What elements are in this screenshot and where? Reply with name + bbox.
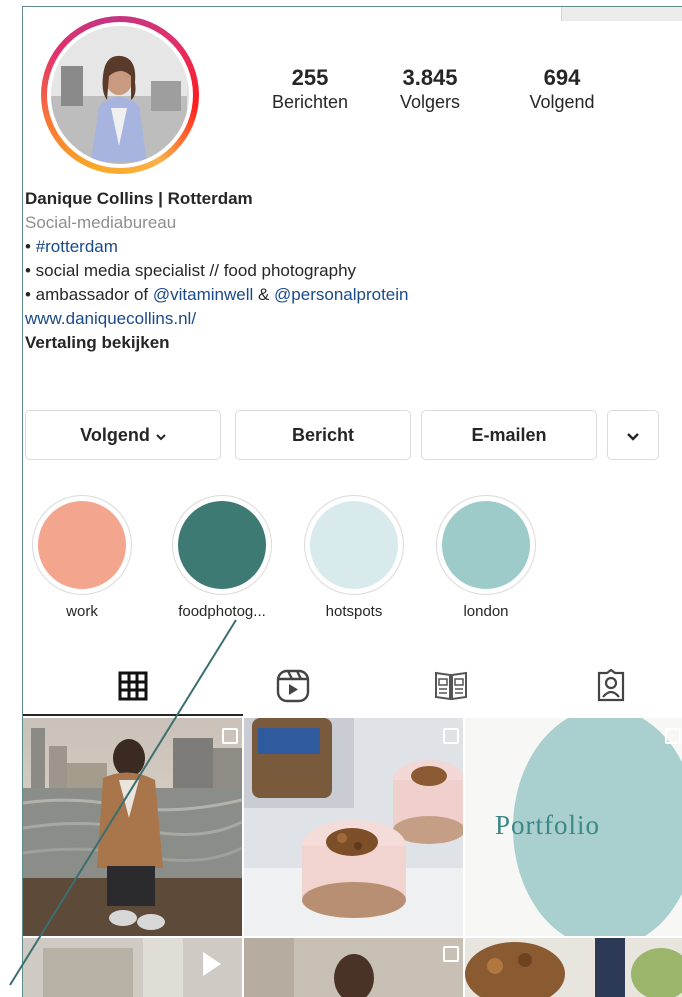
following-button-label: Volgend xyxy=(80,424,150,445)
translate-link[interactable]: Vertaling bekijken xyxy=(25,331,675,355)
mention-link-personalprotein[interactable]: @personalprotein xyxy=(274,285,408,304)
bio-line-2: • social media specialist // food photog… xyxy=(25,261,357,280)
chevron-down-icon xyxy=(627,425,639,446)
more-suggestions-button[interactable] xyxy=(607,410,659,460)
hashtag-link[interactable]: #rotterdam xyxy=(36,237,118,256)
post-image-cheesecake xyxy=(244,718,463,936)
multiple-photos-icon xyxy=(439,728,459,744)
tab-reels[interactable] xyxy=(243,662,343,714)
bio-bullet: • xyxy=(25,237,36,256)
grid-icon xyxy=(118,671,148,706)
profile-stats: 255 Berichten 3.845 Volgers 694 Volgend xyxy=(255,65,635,125)
post-thumbnail[interactable] xyxy=(23,718,242,936)
highlight-london[interactable]: london xyxy=(431,495,541,620)
highlight-cover xyxy=(178,501,266,589)
highlight-foodphotography[interactable]: foodphotog... xyxy=(167,495,277,620)
followers-count: 3.845 xyxy=(402,65,458,90)
posts-label: Berichten xyxy=(271,92,349,112)
stat-following[interactable]: 694 Volgend xyxy=(507,65,617,113)
avatar-illustration xyxy=(51,26,187,162)
reels-icon xyxy=(276,669,310,708)
bio-line-3: • ambassador of @vitaminwell & @personal… xyxy=(25,283,675,307)
post-thumbnail-portfolio[interactable]: Portfolio xyxy=(465,718,682,936)
following-count: 694 xyxy=(543,65,581,90)
posts-count: 255 xyxy=(291,65,329,90)
stat-followers[interactable]: 3.845 Volgers xyxy=(375,65,485,113)
mention-link-vitaminwell[interactable]: @vitaminwell xyxy=(153,285,253,304)
guides-icon xyxy=(434,670,468,707)
portfolio-title: Portfolio xyxy=(495,810,601,840)
following-label: Volgend xyxy=(529,92,595,112)
followers-label: Volgers xyxy=(399,92,461,112)
highlight-cover xyxy=(310,501,398,589)
post-thumbnail[interactable] xyxy=(244,938,463,997)
tab-tagged[interactable] xyxy=(561,662,661,714)
instagram-profile-screen: 255 Berichten 3.845 Volgers 694 Volgend … xyxy=(22,6,682,997)
bio-line-3-mid: & xyxy=(253,285,275,304)
post-image-waterfront xyxy=(23,718,242,936)
following-button[interactable]: Volgend xyxy=(25,410,221,460)
message-button-label: Bericht xyxy=(291,424,354,445)
highlight-label: foodphotog... xyxy=(178,603,266,620)
profile-avatar[interactable] xyxy=(41,16,199,174)
profile-category: Social-mediabureau xyxy=(25,213,177,232)
tagged-icon xyxy=(595,668,627,708)
stat-posts[interactable]: 255 Berichten xyxy=(255,65,365,113)
multiple-photos-icon xyxy=(439,946,459,962)
post-thumbnail[interactable] xyxy=(244,718,463,936)
highlight-hotspots[interactable]: hotspots xyxy=(299,495,409,620)
post-image-interior xyxy=(23,938,242,997)
post-thumbnail[interactable] xyxy=(23,938,242,997)
website-link[interactable]: www.daniquecollins.nl/ xyxy=(25,307,675,331)
highlight-label: work xyxy=(66,603,98,620)
post-image-food xyxy=(465,938,682,997)
avatar-photo xyxy=(51,26,189,164)
profile-bio: Danique Collins | Rotterdam Social-media… xyxy=(25,187,675,355)
bio-line-1: • #rotterdam xyxy=(25,235,675,259)
highlight-label: hotspots xyxy=(325,603,383,620)
post-image-portrait xyxy=(244,938,463,997)
window-corner-tab xyxy=(561,7,682,21)
highlight-cover xyxy=(442,501,530,589)
post-thumbnail[interactable] xyxy=(465,938,682,997)
email-button[interactable]: E-mailen xyxy=(421,410,597,460)
profile-name: Danique Collins | Rotterdam xyxy=(25,189,253,208)
highlight-cover xyxy=(38,501,126,589)
bio-line-3-prefix: • ambassador of xyxy=(25,285,153,304)
chevron-down-icon xyxy=(156,425,166,446)
profile-tabs xyxy=(23,662,682,716)
multiple-photos-icon xyxy=(218,728,238,744)
tab-posts[interactable] xyxy=(23,662,243,716)
tab-guides[interactable] xyxy=(401,662,501,714)
posts-grid: Portfolio xyxy=(23,718,682,997)
message-button[interactable]: Bericht xyxy=(235,410,411,460)
multiple-photos-icon xyxy=(661,728,681,744)
email-button-label: E-mailen xyxy=(471,424,547,445)
highlight-label: london xyxy=(463,603,509,620)
highlight-work[interactable]: work xyxy=(27,495,137,620)
